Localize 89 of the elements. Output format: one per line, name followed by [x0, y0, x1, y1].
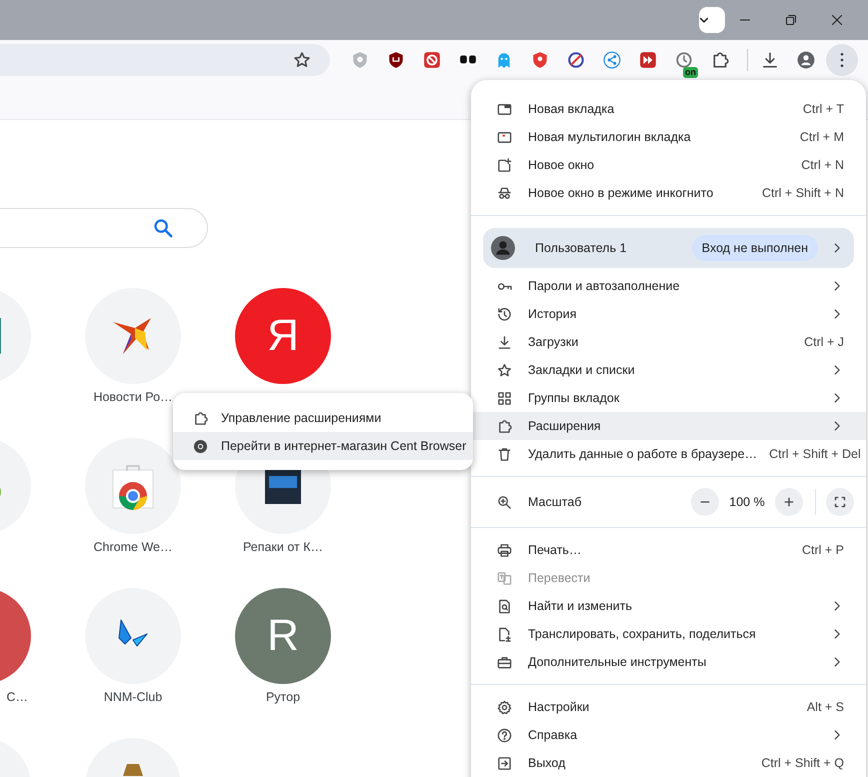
toolbox-icon [497, 654, 512, 670]
history-icon [497, 306, 512, 322]
menu-item[interactable]: Выход Ctrl + Shift + Q [471, 749, 866, 777]
menu-item[interactable]: История [471, 300, 866, 328]
exit-icon [497, 756, 512, 770]
fast-forward-icon [639, 51, 657, 69]
tile-label[interactable]: NNM-Club [104, 690, 162, 704]
avatar-icon [797, 51, 815, 69]
avatar-letter: Я [267, 311, 299, 361]
extension-badge: on [683, 67, 698, 78]
download-icon [761, 51, 779, 69]
menu-item[interactable]: Удалить данные о работе в браузере… Ctrl + Shift + Del [471, 440, 866, 468]
trash-icon [497, 446, 512, 462]
tab-icon [497, 130, 512, 144]
printer-icon [497, 542, 512, 558]
shortcut-text: Ctrl + J [804, 335, 844, 349]
tile-label[interactable]: Новости Ро… [93, 390, 173, 404]
settings-icon [497, 700, 512, 714]
window-plus-icon [497, 158, 512, 172]
letter-avatar[interactable]: R [235, 588, 331, 684]
plus-icon [783, 496, 795, 508]
translate-icon [497, 570, 512, 586]
menu-item[interactable]: Новая мультилогин вкладка Ctrl + M [471, 123, 866, 151]
shortcut-text: Ctrl + M [800, 130, 844, 144]
menu-item[interactable]: Управление расширениями [173, 404, 473, 432]
extension-button[interactable]: on [666, 42, 702, 78]
shortcut-text: Alt + S [806, 700, 844, 714]
close-icon [831, 14, 843, 26]
avatar-icon [491, 236, 515, 260]
menu-item[interactable]: Транслировать, сохранить, поделиться [471, 620, 866, 648]
menu-item[interactable]: Новое окно в режиме инкогнито Ctrl + Shift + N [471, 179, 866, 207]
menu-item[interactable]: Справка [471, 721, 866, 749]
fullscreen-icon [834, 496, 846, 508]
fullscreen-button[interactable] [826, 488, 854, 516]
tab-icon [497, 102, 512, 116]
menu-item[interactable]: Перейти в интернет-магазин Cent Browser [173, 432, 473, 460]
profile-name: Пользователь 1 [535, 241, 628, 255]
menu-item[interactable]: Пароли и автозаполнение [471, 272, 866, 300]
tile-label[interactable]: Chrome We… [94, 540, 172, 554]
zoom-in-icon [497, 494, 512, 510]
browser-logo-icon [193, 438, 208, 454]
menu-item[interactable]: Дополнительные инструменты [471, 648, 866, 676]
shortcut-text: Ctrl + Shift + Del [769, 447, 861, 461]
block-sign-icon [423, 51, 441, 69]
help-icon [497, 728, 512, 742]
shield-icon [387, 51, 405, 69]
share-icon [603, 51, 621, 69]
puzzle-icon [497, 418, 512, 434]
shield-icon [531, 51, 549, 69]
shortcut-text: Ctrl + P [802, 543, 844, 557]
menu-item[interactable]: Группы вкладок [471, 384, 866, 412]
star-icon [497, 362, 512, 378]
avatar-letter: R [267, 611, 299, 661]
tab-search-button[interactable] [699, 7, 725, 33]
star-icon [293, 51, 311, 69]
sign-in-status: Вход не выполнен [692, 235, 818, 261]
tile-label[interactable]: Репаки от К… [242, 540, 324, 554]
puzzle-icon [711, 51, 729, 69]
menu-item[interactable]: Печать… Ctrl + P [471, 536, 866, 564]
menu-item[interactable]: Загрузки Ctrl + J [471, 328, 866, 356]
tile-label[interactable]: С… [6, 690, 28, 704]
incognito-icon [497, 186, 512, 200]
shortcut-text: Ctrl + N [801, 158, 844, 172]
clock-icon [675, 51, 693, 69]
puzzle-icon [193, 410, 208, 426]
file-share-icon [497, 626, 512, 642]
profile-item[interactable]: Пользователь 1 Вход не выполнен [483, 228, 854, 268]
menu-icon [840, 53, 844, 67]
shortcut-text: Ctrl + Shift + N [762, 186, 844, 200]
find-icon [497, 598, 512, 614]
shortcut-text: Ctrl + T [802, 102, 844, 116]
restore-icon [785, 14, 797, 26]
search-icon [153, 218, 173, 238]
shortcut-text: Ctrl + Shift + Q [761, 756, 844, 770]
shield-icon [351, 51, 369, 69]
grid-icon [497, 390, 512, 406]
menu-item[interactable]: Найти и изменить [471, 592, 866, 620]
download-icon [497, 334, 512, 350]
menu-item[interactable]: Закладки и списки [471, 356, 866, 384]
menu-item[interactable]: Расширения [471, 412, 866, 440]
zoom-in-button[interactable] [775, 488, 803, 516]
zoom-label: Масштаб [528, 495, 582, 509]
letter-avatar[interactable]: Я [235, 288, 331, 384]
zoom-value: 100 % [728, 495, 766, 509]
menu-item[interactable]: Новая вкладка Ctrl + T [471, 95, 866, 123]
prohibited-icon [567, 51, 585, 69]
menu-item[interactable]: Новое окно Ctrl + N [471, 151, 866, 179]
tile-label[interactable]: Рутор [266, 690, 300, 704]
menu-item[interactable]: Настройки Alt + S [471, 693, 866, 721]
